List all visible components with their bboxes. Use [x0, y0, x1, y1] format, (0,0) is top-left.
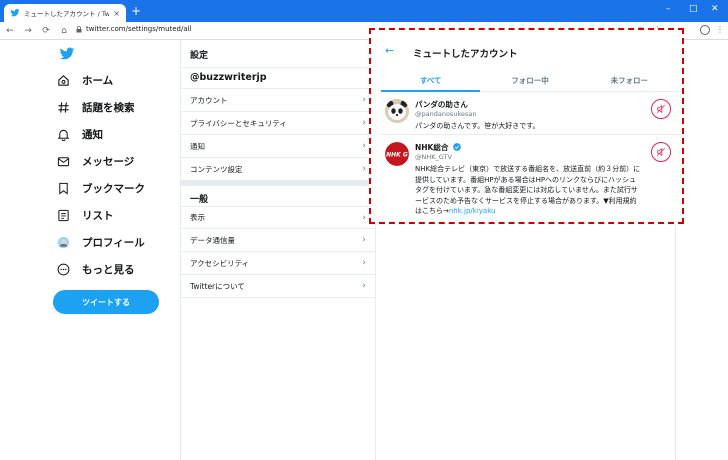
account-name[interactable]: パンダの助さん: [415, 99, 468, 110]
twitter-logo-icon[interactable]: [58, 46, 76, 62]
general-heading: 一般: [190, 195, 209, 205]
twitter-bird-icon: [10, 8, 20, 18]
speaker-muted-icon: [656, 147, 666, 157]
bell-icon: [56, 127, 70, 141]
settings-row-content[interactable]: コンテンツ設定 ›: [181, 158, 376, 181]
settings-row-label: 通知: [190, 141, 205, 151]
nav-label: メッセージ: [82, 155, 135, 168]
chevron-right-icon: ›: [362, 164, 366, 174]
chevron-right-icon: ›: [362, 235, 366, 245]
chevron-right-icon: ›: [362, 118, 366, 128]
nav-label: 話題を検索: [82, 101, 135, 114]
settings-row-label: コンテンツ設定: [190, 164, 243, 174]
bio-link[interactable]: nhk.jp/kiyaku: [449, 207, 496, 215]
mail-icon: [56, 154, 70, 168]
tab-title: ミュートしたアカウント / Twitter: [24, 10, 110, 18]
panda-avatar[interactable]: [385, 99, 409, 123]
nav-label: ブックマーク: [82, 182, 145, 195]
section-divider: [181, 180, 376, 186]
nav-more[interactable]: もっと見る: [56, 259, 135, 279]
settings-heading: 設定: [190, 51, 209, 61]
chevron-right-icon: ›: [362, 95, 366, 105]
home-icon: [56, 73, 70, 87]
bookmark-icon: [56, 181, 70, 195]
tweet-button[interactable]: ツイートする: [53, 290, 159, 314]
account-handle: @pandanosukesan: [415, 110, 477, 118]
nav-profile[interactable]: プロフィール: [56, 232, 145, 252]
tab-close-icon[interactable]: ×: [113, 9, 120, 18]
home-button[interactable]: ⌂: [56, 26, 72, 36]
settings-row-privacy[interactable]: プライバシーとセキュリティ ›: [181, 112, 376, 135]
unmute-button[interactable]: [651, 142, 671, 162]
back-arrow-icon[interactable]: ←: [385, 44, 394, 57]
nav-label: プロフィール: [82, 236, 145, 249]
url-text: twitter.com/settings/muted/all: [86, 25, 192, 33]
chevron-right-icon: ›: [362, 258, 366, 268]
nav-label: もっと見る: [82, 263, 135, 276]
settings-row-about[interactable]: Twitterについて ›: [181, 275, 376, 298]
muted-accounts-panel: ← ミュートしたアカウント すべて フォロー中 未フォロー パンダの助さん @p…: [369, 28, 684, 224]
chevron-right-icon: ›: [362, 281, 366, 291]
avatar-icon: [56, 235, 70, 249]
tab-not-following[interactable]: 未フォロー: [580, 68, 679, 91]
chevron-right-icon: ›: [362, 212, 366, 223]
nav-label: 通知: [82, 128, 103, 141]
nav-home[interactable]: ホーム: [56, 70, 113, 90]
nav-messages[interactable]: メッセージ: [56, 151, 134, 171]
account-handle: @NHK_GTV: [415, 153, 452, 161]
settings-username: @buzzwriterjp: [181, 67, 376, 89]
muted-tabs: すべて フォロー中 未フォロー: [381, 68, 679, 92]
nav-explore[interactable]: 話題を検索: [56, 97, 135, 117]
settings-row-notifications[interactable]: 通知 ›: [181, 135, 376, 158]
settings-row-label: データ通信量: [190, 235, 235, 245]
nhk-avatar[interactable]: NHK G: [385, 142, 409, 166]
tab-all[interactable]: すべて: [381, 68, 481, 92]
svg-text:NHK G: NHK G: [386, 152, 408, 159]
verified-badge-icon: [453, 143, 461, 151]
muted-account-item[interactable]: パンダの助さん @pandanosukesan パンダの助さんです。笹が大好きで…: [381, 93, 679, 135]
account-name-row[interactable]: NHK総合: [415, 142, 461, 153]
back-button[interactable]: ←: [2, 26, 18, 36]
address-bar[interactable]: twitter.com/settings/muted/all: [76, 25, 192, 33]
column-divider: [675, 224, 676, 460]
settings-column: 設定 @buzzwriterjp アカウント › プライバシーとセキュリティ ›…: [180, 40, 376, 460]
account-bio-container: NHK総合テレビ（東京）で放送する番組名を、放送直前（約３分前）に提供しています…: [415, 164, 641, 217]
page-title: ミュートしたアカウント: [413, 49, 518, 60]
settings-row-label: 表示: [190, 213, 205, 222]
account-name: NHK総合: [415, 143, 449, 152]
menu-icon[interactable]: ⋮: [716, 25, 724, 34]
browser-titlebar: ミュートしたアカウント / Twitter × + – □ ✕: [0, 0, 728, 22]
nav-label: ホーム: [82, 74, 114, 87]
maximize-button[interactable]: □: [689, 3, 698, 15]
profile-icon[interactable]: [700, 25, 710, 35]
settings-row-label: アクセシビリティ: [190, 258, 250, 268]
nav-notifications[interactable]: 通知: [56, 124, 103, 144]
new-tab-button[interactable]: +: [131, 5, 141, 17]
settings-row-data-usage[interactable]: データ通信量 ›: [181, 229, 376, 252]
chevron-right-icon: ›: [362, 141, 366, 151]
settings-row-label: アカウント: [190, 95, 228, 105]
account-bio: パンダの助さんです。笹が大好きです。: [415, 122, 540, 130]
settings-row-display[interactable]: 表示 ›: [181, 206, 376, 229]
forward-button[interactable]: →: [20, 26, 36, 36]
list-icon: [56, 208, 70, 222]
muted-account-item[interactable]: NHK G NHK総合 @NHK_GTV NHK総合テレビ（東京）で放送する番組…: [381, 136, 679, 218]
nav-label: リスト: [82, 209, 114, 222]
settings-row-account[interactable]: アカウント ›: [181, 89, 376, 112]
lock-icon: [76, 25, 82, 33]
close-window-button[interactable]: ✕: [711, 3, 719, 15]
nav-bookmarks[interactable]: ブックマーク: [56, 178, 145, 198]
speaker-muted-icon: [656, 104, 666, 114]
nav-lists[interactable]: リスト: [56, 205, 114, 225]
reload-button[interactable]: ⟳: [38, 26, 54, 36]
settings-row-accessibility[interactable]: アクセシビリティ ›: [181, 252, 376, 275]
more-icon: [56, 262, 70, 276]
unmute-button[interactable]: [651, 99, 671, 119]
tab-following[interactable]: フォロー中: [480, 68, 579, 91]
minimize-button[interactable]: –: [666, 3, 671, 15]
hashtag-icon: [56, 100, 70, 114]
settings-row-label: Twitterについて: [190, 281, 245, 291]
settings-row-label: プライバシーとセキュリティ: [190, 118, 287, 128]
browser-tab[interactable]: ミュートしたアカウント / Twitter ×: [4, 4, 126, 22]
